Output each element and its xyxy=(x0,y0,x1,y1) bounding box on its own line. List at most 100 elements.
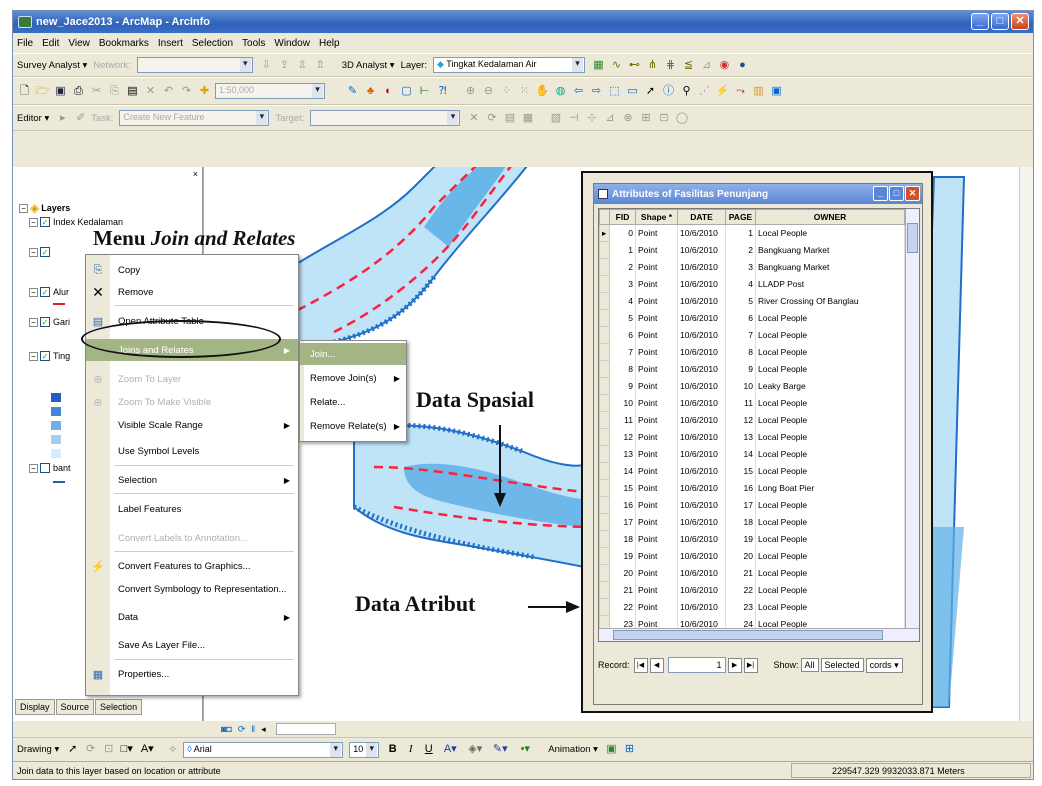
table-row[interactable]: 7 Point 10/6/2010 8 Local People xyxy=(599,343,905,361)
cell-page[interactable]: 23 xyxy=(725,598,756,616)
row-selector[interactable] xyxy=(599,394,610,412)
cell-fid[interactable]: 9 xyxy=(609,377,636,395)
cell-date[interactable]: 10/6/2010 xyxy=(677,479,726,497)
open-folder-icon[interactable]: 🗁 xyxy=(35,84,50,99)
cell-page[interactable]: 5 xyxy=(725,292,756,310)
cell-date[interactable]: 10/6/2010 xyxy=(677,598,726,616)
table-row[interactable]: 8 Point 10/6/2010 9 Local People xyxy=(599,360,905,378)
table-row[interactable]: 21 Point 10/6/2010 22 Local People xyxy=(599,581,905,599)
font-color-icon[interactable]: A▾ xyxy=(439,742,461,757)
cell-date[interactable]: 10/6/2010 xyxy=(677,360,726,378)
measure-icon[interactable]: ⋰ xyxy=(697,84,712,99)
cell-date[interactable]: 10/6/2010 xyxy=(677,411,726,429)
whats-this-icon[interactable]: ⁈ xyxy=(435,84,450,99)
cell-shape[interactable]: Point xyxy=(635,445,678,463)
cell-page[interactable]: 17 xyxy=(725,496,756,514)
zoom-whole-page-icon[interactable]: ⊡ xyxy=(101,742,116,757)
cell-page[interactable]: 15 xyxy=(725,462,756,480)
toc-layer-row[interactable]: − ✓ Ting xyxy=(29,351,70,361)
cell-date[interactable]: 10/6/2010 xyxy=(677,564,726,582)
cell-page[interactable]: 6 xyxy=(725,309,756,327)
zoom-out-icon[interactable]: ⊖ xyxy=(481,84,496,99)
cell-page[interactable]: 1 xyxy=(725,224,756,242)
table-row[interactable]: 19 Point 10/6/2010 20 Local People xyxy=(599,547,905,565)
grid-horizontal-scrollbar[interactable] xyxy=(599,628,919,641)
row-selector[interactable] xyxy=(599,241,610,259)
survey-tool-icon[interactable]: ⇪ xyxy=(277,58,292,73)
cell-fid[interactable]: 14 xyxy=(609,462,636,480)
records-options-button[interactable]: cords ▾ xyxy=(865,657,903,673)
row-selector[interactable] xyxy=(599,513,610,531)
topology-tool-icon[interactable]: ⊿ xyxy=(602,111,617,126)
maximize-button[interactable]: □ xyxy=(991,13,1009,30)
attributes-icon[interactable]: ▤ xyxy=(502,111,517,126)
cell-date[interactable]: 10/6/2010 xyxy=(677,326,726,344)
menu-item-convert-features-to-graphics[interactable]: ⚡ Convert Features to Graphics... xyxy=(86,555,298,577)
sketch-props-icon[interactable]: ▦ xyxy=(520,111,535,126)
menu-item-label-features[interactable]: Label Features xyxy=(86,498,298,520)
cell-fid[interactable]: 10 xyxy=(609,394,636,412)
row-selector[interactable] xyxy=(599,309,610,327)
cell-owner[interactable]: Local People xyxy=(755,462,905,480)
cell-fid[interactable]: 22 xyxy=(609,598,636,616)
tab-source[interactable]: Source xyxy=(55,699,95,715)
menu-item-remove[interactable]: ✕ Remove xyxy=(86,281,298,303)
select-features-icon[interactable]: ⬚ xyxy=(607,84,622,99)
menu-item-convert-labels[interactable]: Convert Labels to Annotation... xyxy=(86,527,298,549)
topology-tool-icon[interactable]: ⊹ xyxy=(584,111,599,126)
cell-owner[interactable]: Local People xyxy=(755,496,905,514)
editor-dropdown[interactable]: Editor ▾ xyxy=(17,113,49,124)
cell-fid[interactable]: 12 xyxy=(609,428,636,446)
row-selector[interactable] xyxy=(599,411,610,429)
cell-date[interactable]: 10/6/2010 xyxy=(677,530,726,548)
refresh-icon[interactable]: ⟳ xyxy=(238,724,246,735)
cell-page[interactable]: 18 xyxy=(725,513,756,531)
cell-page[interactable]: 19 xyxy=(725,530,756,548)
cell-owner[interactable]: Local People xyxy=(755,598,905,616)
cell-page[interactable]: 7 xyxy=(725,326,756,344)
toc-root[interactable]: − ◈ Layers xyxy=(19,201,70,215)
save-icon[interactable]: ▣ xyxy=(53,84,68,99)
fixed-zoom-in-icon[interactable]: ⁘ xyxy=(499,84,514,99)
cell-fid[interactable]: 18 xyxy=(609,530,636,548)
redo-icon[interactable]: ↷ xyxy=(179,84,194,99)
menu-file[interactable]: File xyxy=(17,38,33,49)
catalog-icon[interactable]: ◐ xyxy=(381,84,396,99)
submenu-item-relate[interactable]: Relate... xyxy=(300,391,406,413)
row-selector[interactable]: ▸ xyxy=(599,224,610,242)
cell-shape[interactable]: Point xyxy=(635,309,678,327)
table-row[interactable]: 6 Point 10/6/2010 7 Local People xyxy=(599,326,905,344)
cell-date[interactable]: 10/6/2010 xyxy=(677,445,726,463)
collapse-icon[interactable]: − xyxy=(29,351,38,361)
cut-icon[interactable]: ✂ xyxy=(89,84,104,99)
cell-shape[interactable]: Point xyxy=(635,343,678,361)
row-selector[interactable] xyxy=(599,581,610,599)
collapse-icon[interactable]: − xyxy=(29,217,38,227)
undo-icon[interactable]: ↶ xyxy=(161,84,176,99)
first-record-button[interactable]: |◀ xyxy=(633,657,648,673)
cell-owner[interactable]: Long Boat Pier xyxy=(755,479,905,497)
3d-tool-icon[interactable]: ⊿ xyxy=(699,58,714,73)
cell-date[interactable]: 10/6/2010 xyxy=(677,547,726,565)
next-record-button[interactable]: ▶ xyxy=(727,657,742,673)
cell-date[interactable]: 10/6/2010 xyxy=(677,377,726,395)
cell-fid[interactable]: 3 xyxy=(609,275,636,293)
forward-extent-icon[interactable]: ⇨ xyxy=(589,84,604,99)
column-header-owner[interactable]: OWNER xyxy=(755,209,905,225)
cell-shape[interactable]: Point xyxy=(635,292,678,310)
collapse-icon[interactable]: − xyxy=(29,317,38,327)
3d-tool-icon[interactable]: ⋕ xyxy=(663,58,678,73)
table-row[interactable]: 3 Point 10/6/2010 4 LLADP Post xyxy=(599,275,905,293)
cell-page[interactable]: 14 xyxy=(725,445,756,463)
cell-date[interactable]: 10/6/2010 xyxy=(677,513,726,531)
cell-fid[interactable]: 13 xyxy=(609,445,636,463)
layer-select[interactable]: ◆ Tingkat Kedalaman Air xyxy=(432,57,585,73)
cell-fid[interactable]: 20 xyxy=(609,564,636,582)
hyperlink-icon[interactable]: ⚡ xyxy=(715,84,730,99)
menu-window[interactable]: Window xyxy=(274,38,310,49)
row-selector[interactable] xyxy=(599,496,610,514)
layer-visibility-checkbox[interactable]: ✓ xyxy=(40,217,50,227)
cell-fid[interactable]: 16 xyxy=(609,496,636,514)
cell-page[interactable]: 13 xyxy=(725,428,756,446)
cell-page[interactable]: 10 xyxy=(725,377,756,395)
